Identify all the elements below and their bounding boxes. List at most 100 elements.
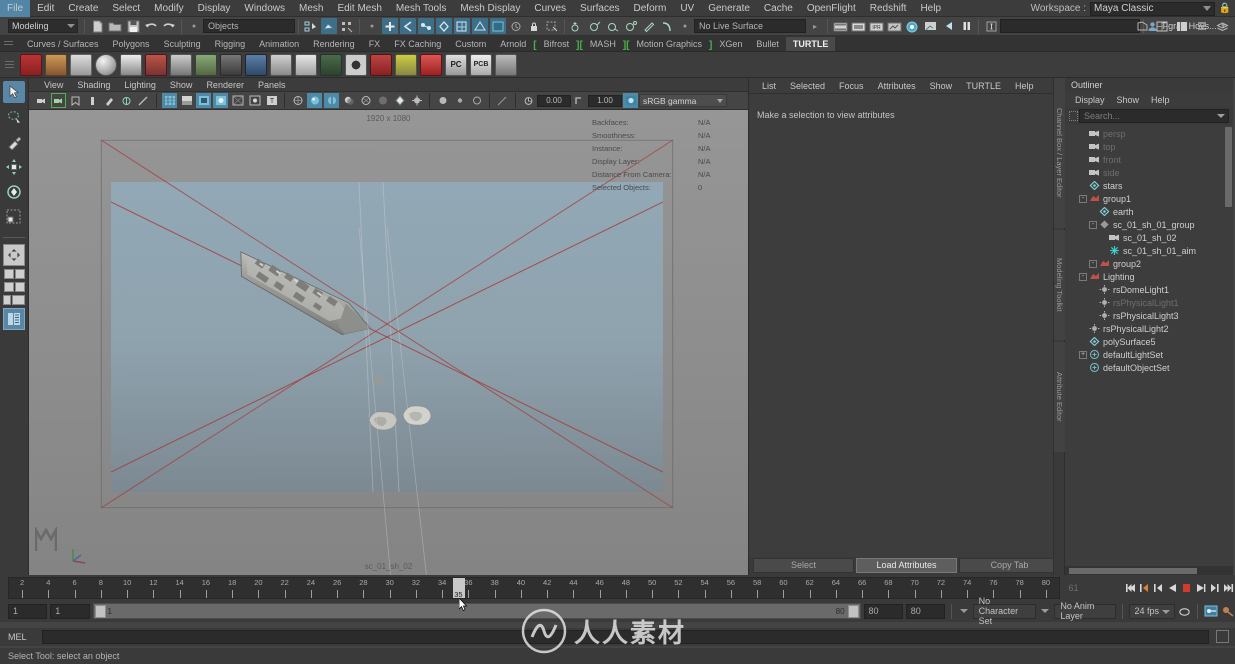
paint-weights-icon[interactable] <box>641 18 657 34</box>
resolution-gate-icon[interactable] <box>469 93 484 108</box>
viewport-menu-show[interactable]: Show <box>163 80 200 90</box>
turtle-film-icon[interactable] <box>295 53 317 76</box>
layers-icon[interactable] <box>1214 18 1230 34</box>
ae-menu-show[interactable]: Show <box>923 81 960 91</box>
turtle-shader-icon[interactable] <box>120 53 142 76</box>
menu-cache[interactable]: Cache <box>757 0 800 17</box>
anim-layer-dropdown[interactable]: No Anim Layer <box>1054 601 1116 621</box>
channel-box-toggle-icon[interactable] <box>1174 18 1190 34</box>
snap-to-view-plane-icon[interactable] <box>454 18 470 34</box>
color-profile-dropdown[interactable]: sRGB gamma <box>639 94 727 107</box>
search-icon[interactable] <box>983 18 999 34</box>
script-editor-icon[interactable] <box>1216 630 1229 643</box>
viewport-menu-shading[interactable]: Shading <box>70 80 117 90</box>
outliner-item-defaultlightset[interactable]: + defaultLightSet <box>1065 348 1233 361</box>
menu-modify[interactable]: Modify <box>147 0 190 17</box>
outliner-persp-layout[interactable] <box>3 295 25 305</box>
two-d-pan-zoom-icon[interactable] <box>102 93 117 108</box>
pause-icon[interactable] <box>958 18 974 34</box>
shelf-tab-fx[interactable]: FX <box>362 37 388 51</box>
shelf-tab-bullet[interactable]: Bullet <box>749 37 786 51</box>
turtle-network-icon[interactable] <box>495 53 517 76</box>
outliner-tree[interactable]: persp top front side stars - group1 earth - sc_01… <box>1065 125 1233 566</box>
play-forwards-icon[interactable] <box>1194 580 1207 595</box>
menu-uv[interactable]: UV <box>673 0 701 17</box>
isolate-select-icon[interactable] <box>409 93 424 108</box>
character-set-dropdown[interactable]: No Character Set <box>972 596 1037 626</box>
menu-file[interactable]: File <box>0 0 31 17</box>
ae-menu-help[interactable]: Help <box>1008 81 1041 91</box>
step-back-frame-icon[interactable] <box>1152 580 1165 595</box>
viewport-menu-view[interactable]: View <box>37 80 70 90</box>
ae-menu-turtle[interactable]: TURTLE <box>959 81 1008 91</box>
shadows-icon[interactable] <box>341 93 356 108</box>
turtle-pcb-icon[interactable]: PCB <box>470 53 492 76</box>
shelf-tab-mash[interactable]: MASH <box>583 37 623 51</box>
range-end-handle[interactable] <box>847 605 859 618</box>
turtle-sphere-icon[interactable] <box>95 53 117 76</box>
turtle-pc-icon[interactable]: PC <box>445 53 467 76</box>
shelf-tab-rendering[interactable]: Rendering <box>306 37 362 51</box>
undo-icon[interactable] <box>143 18 159 34</box>
gamma-value[interactable]: 1.00 <box>588 94 622 107</box>
tab-channel-box-layer-editor[interactable]: Channel Box / Layer Editor <box>1054 78 1065 228</box>
single-perspective-layout[interactable] <box>3 244 25 266</box>
live-surface-field[interactable]: No Live Surface <box>694 19 806 33</box>
attribute-editor-toggle-icon[interactable] <box>1154 18 1170 34</box>
exposure-reset-icon[interactable] <box>495 93 510 108</box>
menu-redshift[interactable]: Redshift <box>863 0 914 17</box>
scrollbar-thumb-horizontal[interactable] <box>1069 567 1197 574</box>
layout-pane-e[interactable] <box>3 295 11 305</box>
outliner-item-defaultobjectset[interactable]: defaultObjectSet <box>1065 361 1233 374</box>
expander-toggle-icon[interactable]: - <box>1079 272 1087 281</box>
selection-mask-arrow-icon[interactable]: ● <box>186 18 202 34</box>
turtle-monitor-icon[interactable] <box>320 53 342 76</box>
menu-edit[interactable]: Edit <box>30 0 61 17</box>
expander-toggle-icon[interactable]: - <box>1089 259 1097 268</box>
range-slider[interactable]: 1 80 <box>92 603 861 619</box>
multisample-icon[interactable] <box>392 93 407 108</box>
menu-mesh-display[interactable]: Mesh Display <box>453 0 527 17</box>
texture-display-icon[interactable] <box>230 93 245 108</box>
outliner-item-front[interactable]: front <box>1065 153 1233 166</box>
workspace-dropdown[interactable]: Maya Classic <box>1090 1 1215 16</box>
turtle-target-icon[interactable] <box>345 53 367 76</box>
xray-display-icon[interactable]: T <box>264 93 279 108</box>
open-scene-icon[interactable] <box>107 18 123 34</box>
menu-help[interactable]: Help <box>913 0 948 17</box>
select-button[interactable]: Select <box>753 557 854 573</box>
gamma-icon[interactable] <box>572 93 587 108</box>
lock-toggle-icon[interactable] <box>526 18 542 34</box>
shelf-tab-bifrost[interactable]: Bifrost <box>537 37 577 51</box>
shelf-tab-custom[interactable]: Custom <box>448 37 493 51</box>
turtle-light-icon[interactable] <box>145 53 167 76</box>
auto-key-icon[interactable] <box>1204 604 1218 619</box>
ae-menu-selected[interactable]: Selected <box>783 81 832 91</box>
shelf-tab-fx-caching[interactable]: FX Caching <box>387 37 448 51</box>
construction-history-icon[interactable] <box>569 18 585 34</box>
menu-curves[interactable]: Curves <box>527 0 573 17</box>
layout-pane-c[interactable] <box>3 282 14 292</box>
selection-mask-field[interactable]: Objects <box>203 19 295 33</box>
playback-speed-dropdown[interactable]: 24 fps <box>1128 603 1176 619</box>
outliner-item-top[interactable]: top <box>1065 140 1233 153</box>
outliner-item-sc-01-sh-01-aim[interactable]: sc_01_sh_01_aim <box>1065 244 1233 257</box>
tab-attribute-editor[interactable]: Attribute Editor <box>1054 342 1065 452</box>
playback-start-time-field[interactable]: 1 <box>50 603 90 619</box>
snap-magnet-icon[interactable] <box>490 18 506 34</box>
step-back-keyframe-icon[interactable] <box>1138 580 1151 595</box>
expand-field-icon[interactable]: ▸ <box>807 18 823 34</box>
menu-display[interactable]: Display <box>191 0 238 17</box>
shelf-tab-sculpting[interactable]: Sculpting <box>157 37 208 51</box>
save-scene-icon[interactable] <box>125 18 141 34</box>
history-toggle-icon[interactable] <box>508 18 524 34</box>
menu-mesh[interactable]: Mesh <box>292 0 330 17</box>
turtle-settings-icon[interactable] <box>220 53 242 76</box>
outliner-item-sc-01-sh-01-group[interactable]: - sc_01_sh_01_group <box>1065 218 1233 231</box>
ae-menu-focus[interactable]: Focus <box>832 81 871 91</box>
outliner-item-rsphysicallight3[interactable]: rsPhysicalLight3 <box>1065 309 1233 322</box>
animation-end-time-field[interactable]: 80 <box>905 603 946 619</box>
command-input[interactable] <box>42 630 1209 644</box>
shelf-row-grip-icon[interactable] <box>5 61 14 69</box>
step-forward-frame-icon[interactable] <box>1208 580 1221 595</box>
